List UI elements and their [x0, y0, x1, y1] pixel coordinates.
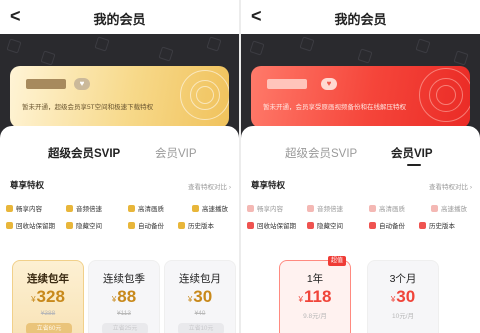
- pattern-square: [453, 50, 469, 66]
- hd-icon: [128, 204, 135, 212]
- plan-card-1-year[interactable]: 超值 1年 ¥118 9.8元/月: [279, 256, 351, 333]
- auto-backup-icon: [369, 221, 376, 229]
- history-version-icon: [178, 221, 185, 229]
- plan-monthly-price: 9.8元/月: [303, 313, 327, 320]
- membership-status-text: 暂未开通，会员享受原画视频备份和在线解压特权: [263, 104, 406, 111]
- content-icon: [247, 204, 254, 212]
- plan-saving: 立省10元: [178, 323, 224, 333]
- plan-price: ¥118: [298, 287, 332, 306]
- compare-privileges-link[interactable]: 查看特权对比 ›: [429, 181, 472, 191]
- plan-saving: 立省60元: [26, 323, 72, 333]
- page-title: 我的会员: [93, 12, 146, 27]
- privilege-item[interactable]: 畅享内容: [6, 202, 42, 214]
- pattern-square: [415, 38, 431, 54]
- plan-price: ¥30: [390, 287, 416, 306]
- plan-monthly-price: 10元/月: [391, 313, 415, 320]
- plan-price: ¥88: [111, 287, 137, 306]
- privilege-item[interactable]: 历史版本: [178, 219, 214, 231]
- username-blurred: [267, 79, 307, 89]
- plan-original-price: ¥113: [117, 310, 131, 317]
- top-nav-bar: < 我的会员: [241, 0, 480, 34]
- tab-vip[interactable]: 会员VIP: [155, 145, 197, 161]
- plan-card-monthly[interactable]: 连续包月 ¥30 ¥40 立省10元: [164, 260, 236, 333]
- pattern-square: [357, 48, 373, 64]
- plan-original-price: ¥388: [40, 310, 56, 317]
- pattern-square: [249, 40, 265, 56]
- privilege-item[interactable]: 自动备份: [369, 219, 405, 231]
- recycle-bin-icon: [247, 221, 254, 229]
- hd-icon: [369, 204, 376, 212]
- compare-privileges-link[interactable]: 查看特权对比 ›: [188, 181, 231, 191]
- pattern-square: [94, 36, 110, 52]
- pattern-square: [206, 36, 222, 52]
- pattern-square: [299, 36, 315, 52]
- history-version-icon: [419, 221, 426, 229]
- plan-sheet: 超级会员SVIP 会员VIP 尊享特权 查看特权对比 › 畅享内容 音频倍速 高…: [241, 126, 480, 333]
- privilege-item[interactable]: 回收站保留期: [6, 219, 55, 231]
- plan-name: 1年: [306, 273, 324, 285]
- svip-screen: < 我的会员 ♥ 暂未开通，超级会员享5T空间和极速下载特权 超级会员SVIP …: [0, 0, 239, 333]
- plan-sheet: 超级会员SVIP 会员VIP 尊享特权 查看特权对比 › 畅享内容 音频倍速 高…: [0, 126, 239, 333]
- plan-name: 3个月: [389, 273, 417, 285]
- privileges-title: 尊享特权: [251, 180, 286, 190]
- fast-play-icon: [431, 204, 438, 212]
- plan-saving: 立省25元: [102, 323, 148, 333]
- privilege-item[interactable]: 高清画质: [369, 202, 405, 214]
- plan-card-quarter[interactable]: 连续包季 ¥88 ¥113 立省25元: [88, 260, 160, 333]
- membership-card[interactable]: ♥ 暂未开通，超级会员享5T空间和极速下载特权: [10, 66, 229, 128]
- privileges-title: 尊享特权: [10, 180, 45, 190]
- privilege-item[interactable]: 高速播放: [192, 202, 228, 214]
- username-blurred: [26, 79, 66, 89]
- privilege-item[interactable]: 高速播放: [431, 202, 467, 214]
- vip-screen: < 我的会员 ♥ 暂未开通，会员享受原画视频备份和在线解压特权 超级会员SVIP…: [241, 0, 480, 333]
- active-tab-indicator: [407, 164, 421, 166]
- pattern-square: [40, 50, 56, 66]
- recycle-bin-icon: [6, 221, 13, 229]
- membership-status-text: 暂未开通，超级会员享5T空间和极速下载特权: [22, 104, 154, 111]
- plan-name: 连续包月: [179, 273, 221, 285]
- privilege-item[interactable]: 高清画质: [128, 202, 164, 214]
- member-level-badge-icon: ♥: [74, 78, 90, 90]
- value-badge: 超值: [328, 256, 346, 266]
- privilege-item[interactable]: 自动备份: [128, 219, 164, 231]
- plan-name: 连续包季: [103, 273, 145, 285]
- speed-icon: [66, 204, 73, 212]
- plan-price: ¥30: [187, 287, 213, 306]
- top-nav-bar: < 我的会员: [0, 0, 239, 34]
- fast-play-icon: [192, 204, 199, 212]
- privilege-item[interactable]: 回收站保留期: [247, 219, 296, 231]
- page-title: 我的会员: [334, 12, 387, 27]
- privilege-item[interactable]: 畅享内容: [247, 202, 283, 214]
- plan-original-price: ¥40: [194, 310, 206, 317]
- tab-vip[interactable]: 会员VIP: [391, 145, 433, 161]
- tab-svip[interactable]: 超级会员SVIP: [48, 145, 120, 161]
- privilege-item[interactable]: 隐藏空间: [66, 219, 102, 231]
- plan-name: 连续包年: [27, 273, 69, 285]
- auto-backup-icon: [128, 221, 135, 229]
- pattern-square: [6, 38, 22, 54]
- plan-card-3-months[interactable]: 3个月 ¥30 10元/月: [367, 260, 439, 333]
- membership-card[interactable]: ♥ 暂未开通，会员享受原画视频备份和在线解压特权: [251, 66, 470, 128]
- plan-price: ¥328: [31, 287, 65, 306]
- speed-icon: [307, 204, 314, 212]
- privilege-item[interactable]: 历史版本: [419, 219, 455, 231]
- hidden-space-icon: [66, 221, 73, 229]
- privilege-item[interactable]: 音频倍速: [66, 202, 102, 214]
- content-icon: [6, 204, 13, 212]
- hidden-space-icon: [307, 221, 314, 229]
- pattern-square: [158, 46, 174, 62]
- privilege-item[interactable]: 音频倍速: [307, 202, 343, 214]
- plan-card-annual[interactable]: 连续包年 ¥328 ¥388 立省60元: [12, 260, 84, 333]
- member-level-badge-icon: ♥: [321, 78, 337, 90]
- tab-svip[interactable]: 超级会员SVIP: [285, 145, 357, 161]
- privilege-item[interactable]: 隐藏空间: [307, 219, 343, 231]
